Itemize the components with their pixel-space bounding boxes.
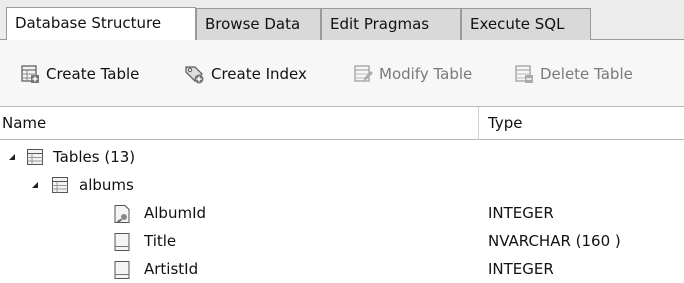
field-name: AlbumId — [144, 204, 207, 222]
tab-browse-data[interactable]: Browse Data — [196, 8, 321, 40]
create-index-icon — [185, 66, 204, 84]
modify-table-icon — [354, 65, 373, 82]
albums-node-label: albums — [79, 176, 134, 194]
field-type: INTEGER — [488, 260, 554, 278]
tab-label: Browse Data — [205, 15, 301, 33]
tree-row-field[interactable]: Title NVARCHAR (160 ) — [0, 227, 684, 255]
modify-table-label: Modify Table — [379, 65, 473, 83]
field-name: ArtistId — [144, 260, 199, 278]
table-icon — [52, 177, 68, 193]
field-type: INTEGER — [488, 204, 554, 222]
tab-database-structure[interactable]: Database Structure — [6, 7, 196, 40]
field-icon — [114, 233, 130, 251]
field-name: Title — [144, 232, 177, 250]
tab-label: Database Structure — [15, 14, 162, 32]
create-table-icon — [21, 65, 39, 83]
delete-table-button[interactable]: Delete Table — [514, 62, 633, 86]
tab-strip: Database Structure Browse Data Edit Prag… — [0, 0, 684, 40]
expand-arrow-icon[interactable] — [28, 171, 42, 199]
toolbar: Create Table Create Index Modify Table D… — [0, 40, 684, 106]
expand-arrow-icon[interactable] — [5, 143, 19, 171]
tables-folder-icon — [27, 149, 43, 165]
tables-node-label: Tables (13) — [53, 148, 136, 166]
delete-table-label: Delete Table — [540, 65, 633, 83]
tree-row-tables[interactable]: Tables (13) — [0, 143, 684, 171]
schema-tree: Tables (13) albums AlbumId INTEGER Title… — [0, 140, 684, 282]
column-header-type[interactable]: Type — [488, 107, 522, 140]
tree-row-field[interactable]: AlbumId INTEGER — [0, 199, 684, 227]
create-table-label: Create Table — [46, 65, 140, 83]
delete-table-icon — [515, 65, 533, 83]
tab-execute-sql[interactable]: Execute SQL — [461, 8, 591, 40]
create-table-button[interactable]: Create Table — [20, 62, 139, 86]
tree-row-albums[interactable]: albums — [0, 171, 684, 199]
column-divider[interactable] — [478, 107, 479, 140]
tree-header: Name Type — [0, 106, 684, 140]
create-index-button[interactable]: Create Index — [183, 62, 307, 86]
primary-key-field-icon — [114, 205, 130, 223]
tab-label: Edit Pragmas — [330, 15, 430, 33]
tree-row-field[interactable]: ArtistId INTEGER — [0, 255, 684, 283]
create-index-label: Create Index — [211, 65, 307, 83]
field-icon — [114, 261, 130, 279]
column-header-name[interactable]: Name — [2, 107, 46, 140]
modify-table-button[interactable]: Modify Table — [353, 62, 472, 86]
tab-label: Execute SQL — [470, 15, 565, 33]
field-type: NVARCHAR (160 ) — [488, 232, 621, 250]
tab-edit-pragmas[interactable]: Edit Pragmas — [321, 8, 461, 40]
